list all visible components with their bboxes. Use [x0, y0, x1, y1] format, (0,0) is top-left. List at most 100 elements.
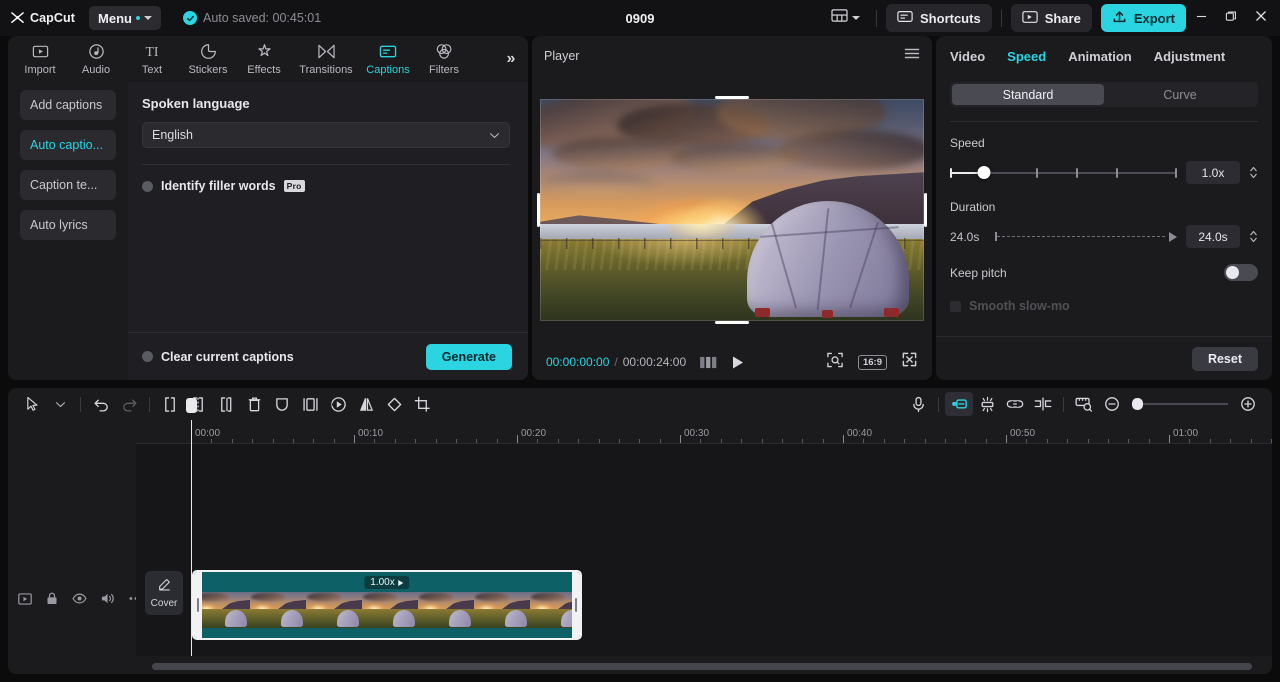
eye-visibility-icon[interactable]	[72, 593, 87, 604]
tab-animation[interactable]: Animation	[1068, 49, 1132, 64]
video-track-icon[interactable]	[18, 592, 32, 605]
spoken-language-label: Spoken language	[142, 96, 250, 111]
tab-filters[interactable]: Filters	[416, 36, 472, 82]
play-icon[interactable]	[731, 355, 745, 370]
subnav-item-caption-templates[interactable]: Caption te...	[20, 170, 116, 200]
frames-icon[interactable]	[700, 356, 717, 369]
speed-mode-standard[interactable]: Standard	[952, 84, 1104, 105]
delete-icon[interactable]	[240, 392, 268, 416]
split-icon[interactable]	[156, 392, 184, 416]
timeline-ruler[interactable]: 00:00 00:10 00:20 00:30 00:40 00:50 01:00	[136, 420, 1272, 444]
tab-video[interactable]: Video	[950, 49, 985, 64]
link-icon[interactable]	[1001, 392, 1029, 416]
duration-stepper[interactable]	[1249, 229, 1258, 244]
freeze-frame-icon[interactable]	[296, 392, 324, 416]
menu-button[interactable]: Menu	[89, 6, 161, 30]
fullscreen-icon[interactable]	[901, 351, 918, 373]
hamburger-icon[interactable]	[904, 47, 920, 65]
resize-handle-right[interactable]	[924, 193, 927, 227]
right-panel: Video Speed Animation Adjustment Standar…	[936, 36, 1272, 380]
mirror-icon[interactable]	[352, 392, 380, 416]
shortcuts-button[interactable]: Shortcuts	[886, 4, 992, 32]
subnav-item-auto-captions[interactable]: Auto captio...	[20, 130, 116, 160]
auto-captions-footer: Clear current captions Generate	[128, 332, 528, 380]
mask-icon[interactable]	[268, 392, 296, 416]
share-screen-icon	[1021, 10, 1038, 27]
speed-slider-knob[interactable]	[977, 165, 991, 179]
export-button[interactable]: Export	[1100, 4, 1186, 32]
speed-panel-footer: Reset	[936, 336, 1272, 380]
lock-icon[interactable]	[46, 592, 58, 605]
autosave-status: Auto saved: 00:45:01	[183, 11, 321, 25]
scrollbar-thumb[interactable]	[152, 663, 1252, 670]
tab-text[interactable]: TI Text	[124, 36, 180, 82]
cursor-dropdown-icon[interactable]	[46, 392, 74, 416]
magnet-snap-icon[interactable]	[973, 392, 1001, 416]
subnav-item-auto-lyrics[interactable]: Auto lyrics	[20, 210, 116, 240]
playhead-grip[interactable]	[186, 398, 197, 413]
zoom-out-icon[interactable]	[1098, 392, 1126, 416]
reset-button[interactable]: Reset	[1191, 346, 1258, 371]
duration-value-field[interactable]: 24.0s	[1186, 225, 1240, 248]
tab-effects[interactable]: Effects	[236, 36, 292, 82]
clip-trim-handle-right[interactable]	[572, 572, 580, 638]
layout-button[interactable]	[824, 4, 867, 32]
rotate-icon[interactable]	[380, 392, 408, 416]
timeline-zoom-slider[interactable]	[1132, 397, 1228, 411]
ruler-tick-minor	[1148, 439, 1150, 443]
more-tabs-button[interactable]: »	[500, 48, 522, 70]
close-button[interactable]	[1246, 3, 1276, 33]
divider	[142, 164, 510, 165]
subnav-item-add-captions[interactable]: Add captions	[20, 90, 116, 120]
clip-speed-badge[interactable]: 1.00x	[364, 576, 410, 589]
cloud	[778, 130, 924, 171]
tab-speed[interactable]: Speed	[1007, 49, 1046, 64]
duration-control-row: 24.0s 24.0s	[950, 225, 1258, 248]
speed-stepper[interactable]	[1249, 165, 1258, 180]
zoom-in-icon[interactable]	[1234, 392, 1262, 416]
resize-handle-top[interactable]	[715, 96, 749, 99]
tab-transitions[interactable]: Transitions	[292, 36, 360, 82]
timeline-scrollbar[interactable]	[136, 663, 1268, 670]
tab-stickers[interactable]: Stickers	[180, 36, 236, 82]
crop-icon[interactable]	[408, 392, 436, 416]
playhead[interactable]	[186, 398, 197, 656]
undo-icon[interactable]	[87, 392, 115, 416]
speed-mode-curve[interactable]: Curve	[1104, 84, 1256, 105]
tab-import[interactable]: Import	[12, 36, 68, 82]
cover-button[interactable]: Cover	[145, 571, 183, 615]
maximize-button[interactable]	[1216, 3, 1246, 33]
language-select[interactable]: English	[142, 122, 510, 148]
zoom-fit-icon[interactable]	[826, 351, 844, 374]
resize-handle-bottom[interactable]	[715, 321, 749, 324]
ruler-preview-icon[interactable]	[1070, 392, 1098, 416]
minimize-button[interactable]	[1186, 3, 1216, 33]
speed-icon[interactable]	[324, 392, 352, 416]
tab-captions[interactable]: Captions	[360, 36, 416, 82]
filler-words-checkbox[interactable]	[142, 180, 153, 192]
tab-audio[interactable]: Audio	[68, 36, 124, 82]
redo-icon[interactable]	[115, 392, 143, 416]
trim-right-icon[interactable]	[212, 392, 240, 416]
tent-stake	[884, 308, 899, 317]
resize-handle-left[interactable]	[537, 193, 540, 227]
generate-button[interactable]: Generate	[425, 343, 512, 370]
clip-trim-handle-left[interactable]	[194, 572, 202, 638]
clip-edit-icon[interactable]	[945, 392, 973, 416]
aspect-ratio-button[interactable]: 16:9	[857, 354, 887, 370]
speaker-volume-icon[interactable]	[101, 592, 115, 605]
frame-cloud	[307, 592, 341, 601]
clear-captions-checkbox[interactable]	[142, 351, 153, 362]
tracks-canvas[interactable]: 1.00x	[136, 398, 1272, 656]
video-preview[interactable]	[537, 96, 927, 324]
tab-adjustment[interactable]: Adjustment	[1154, 49, 1226, 64]
zoom-slider-knob[interactable]	[1132, 398, 1143, 410]
mixer-icon[interactable]	[1029, 392, 1057, 416]
speed-value-field[interactable]: 1.0x	[1186, 161, 1240, 184]
keep-pitch-toggle[interactable]	[1224, 264, 1258, 281]
speed-slider[interactable]	[950, 165, 1177, 181]
video-clip[interactable]: 1.00x	[192, 570, 582, 640]
select-cursor-icon[interactable]	[18, 392, 46, 416]
share-button[interactable]: Share	[1010, 4, 1092, 32]
microphone-icon[interactable]	[904, 392, 932, 416]
